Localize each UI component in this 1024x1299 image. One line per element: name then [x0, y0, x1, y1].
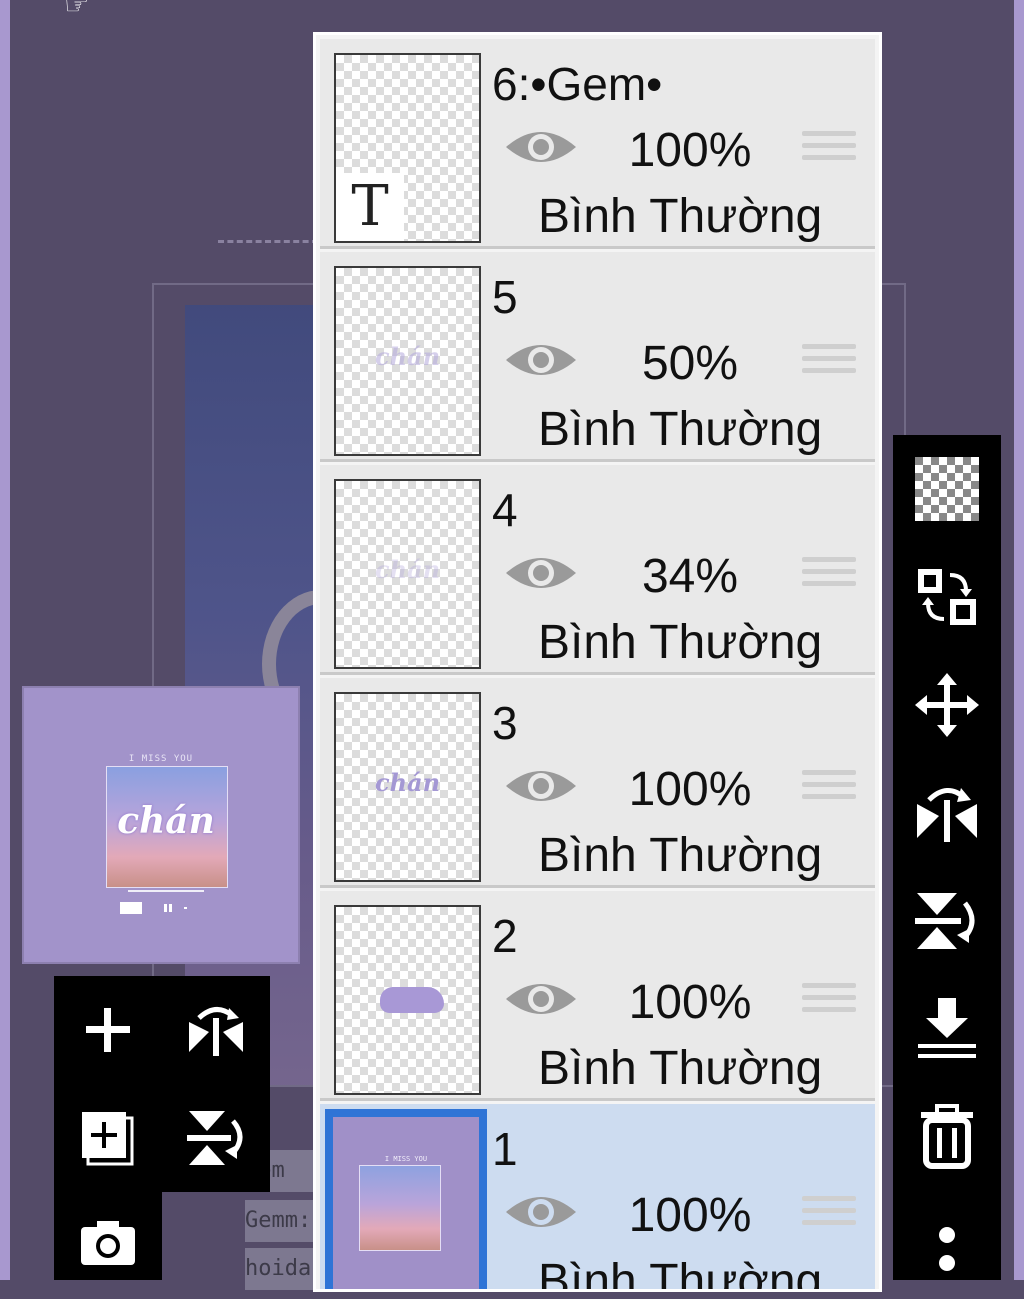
layer-blend-mode[interactable]: Bình Thường	[538, 828, 822, 883]
preview-word: chán	[117, 800, 215, 842]
merge-down-icon	[918, 998, 976, 1058]
eye-icon[interactable]	[504, 977, 578, 1021]
left-edge-strip	[0, 0, 10, 1280]
layer-row-selected[interactable]: I MISS YOU 1 100% Bình Thường	[320, 1104, 875, 1289]
add-copy-layer-icon	[82, 1112, 134, 1166]
layer-row[interactable]: chán 3 100% Bình Thường	[320, 678, 875, 888]
drag-handle-icon[interactable]	[802, 1196, 856, 1240]
layer-opacity[interactable]: 34%	[610, 549, 770, 604]
left-toolbar	[54, 976, 270, 1192]
layer-name[interactable]: 1	[492, 1122, 518, 1176]
thumbnail-photo	[359, 1165, 441, 1251]
drag-handle-icon[interactable]	[802, 983, 856, 1027]
swap-layers-button[interactable]	[893, 543, 1001, 651]
move-button[interactable]	[893, 651, 1001, 759]
thumbnail-word: chán	[374, 342, 441, 371]
flip-horizontal-button[interactable]	[893, 759, 1001, 867]
drag-handle-icon[interactable]	[802, 344, 856, 388]
layer-opacity[interactable]: 50%	[610, 336, 770, 391]
layer-row[interactable]: chán 5 50% Bình Thường	[320, 252, 875, 462]
merge-down-button[interactable]	[893, 975, 1001, 1083]
layer-blend-mode[interactable]: Bình Thường	[538, 1041, 822, 1096]
trash-icon	[921, 1104, 973, 1169]
layer-name[interactable]: 2	[492, 909, 518, 963]
text-layer-icon: T	[336, 173, 404, 241]
flip-vertical-icon	[915, 893, 975, 949]
layer-opacity[interactable]: 100%	[610, 1188, 770, 1243]
drag-handle-icon[interactable]	[802, 770, 856, 814]
layer-thumbnail[interactable]: chán	[334, 479, 481, 669]
right-toolbar	[893, 435, 1001, 1280]
layer-row[interactable]: chán 4 34% Bình Thường	[320, 465, 875, 675]
flip-horizontal-icon	[189, 1007, 243, 1056]
delete-layer-button[interactable]	[893, 1083, 1001, 1191]
eye-icon[interactable]	[504, 338, 578, 382]
right-edge-strip	[1014, 0, 1024, 1280]
left-toolbar-extension	[54, 1192, 162, 1280]
layer-blend-mode[interactable]: Bình Thường	[538, 402, 822, 457]
eye-icon[interactable]	[504, 125, 578, 169]
layer-blend-mode[interactable]: Bình Thường	[538, 189, 822, 244]
transparency-button[interactable]	[893, 435, 1001, 543]
layer-name[interactable]: 6:•Gem•	[492, 57, 662, 111]
add-layer-button[interactable]	[54, 976, 162, 1084]
layer-thumbnail[interactable]: T	[334, 53, 481, 243]
thumbnail-cloud-shape	[380, 987, 444, 1013]
move-icon	[915, 673, 979, 737]
more-options-button[interactable]	[893, 1191, 1001, 1299]
layer-thumbnail[interactable]: chán	[334, 266, 481, 456]
swap-layers-icon	[918, 569, 976, 625]
flip-horizontal-icon	[917, 788, 977, 842]
thumbnail-word: chán	[374, 555, 441, 584]
layer-row[interactable]: 2 100% Bình Thường	[320, 891, 875, 1101]
camera-button[interactable]	[54, 1192, 162, 1292]
layer-blend-mode[interactable]: Bình Thường	[538, 1254, 822, 1289]
layer-opacity[interactable]: 100%	[610, 123, 770, 178]
eye-icon[interactable]	[504, 551, 578, 595]
layer-opacity[interactable]: 100%	[610, 975, 770, 1030]
preview-controls	[120, 902, 210, 914]
drag-handle-icon[interactable]	[802, 557, 856, 601]
eye-icon[interactable]	[504, 1190, 578, 1234]
more-vertical-icon	[939, 1227, 955, 1271]
preview-progress-bar	[128, 890, 204, 892]
add-copy-layer-button[interactable]	[54, 1084, 162, 1192]
flip-vertical-button[interactable]	[162, 1084, 270, 1192]
camera-icon	[81, 1221, 135, 1265]
layer-row[interactable]: T 6:•Gem• 100% Bình Thường	[320, 39, 875, 249]
add-layer-icon	[86, 1008, 130, 1052]
top-partial-icon: ☞	[64, 0, 90, 20]
layer-thumbnail[interactable]: chán	[334, 692, 481, 882]
layer-opacity[interactable]: 100%	[610, 762, 770, 817]
layer-thumbnail[interactable]: I MISS YOU	[325, 1109, 487, 1289]
layer-name[interactable]: 4	[492, 483, 518, 537]
preview-title: I MISS YOU	[128, 754, 194, 764]
canvas-preview[interactable]: I MISS YOU chán	[22, 686, 300, 964]
drag-handle-icon[interactable]	[802, 131, 856, 175]
layer-name[interactable]: 3	[492, 696, 518, 750]
flip-horizontal-button[interactable]	[162, 976, 270, 1084]
thumbnail-title: I MISS YOU	[384, 1155, 428, 1163]
layer-blend-mode[interactable]: Bình Thường	[538, 615, 822, 670]
flip-vertical-button[interactable]	[893, 867, 1001, 975]
layer-thumbnail[interactable]	[334, 905, 481, 1095]
layers-panel: T 6:•Gem• 100% Bình Thường chán 5 50% Bì…	[313, 32, 882, 1292]
thumbnail-word: chán	[374, 768, 441, 797]
eye-icon[interactable]	[504, 764, 578, 808]
flip-vertical-icon	[187, 1111, 243, 1165]
layer-name[interactable]: 5	[492, 270, 518, 324]
canvas-dashed-line	[218, 240, 318, 243]
transparency-icon	[915, 457, 979, 521]
